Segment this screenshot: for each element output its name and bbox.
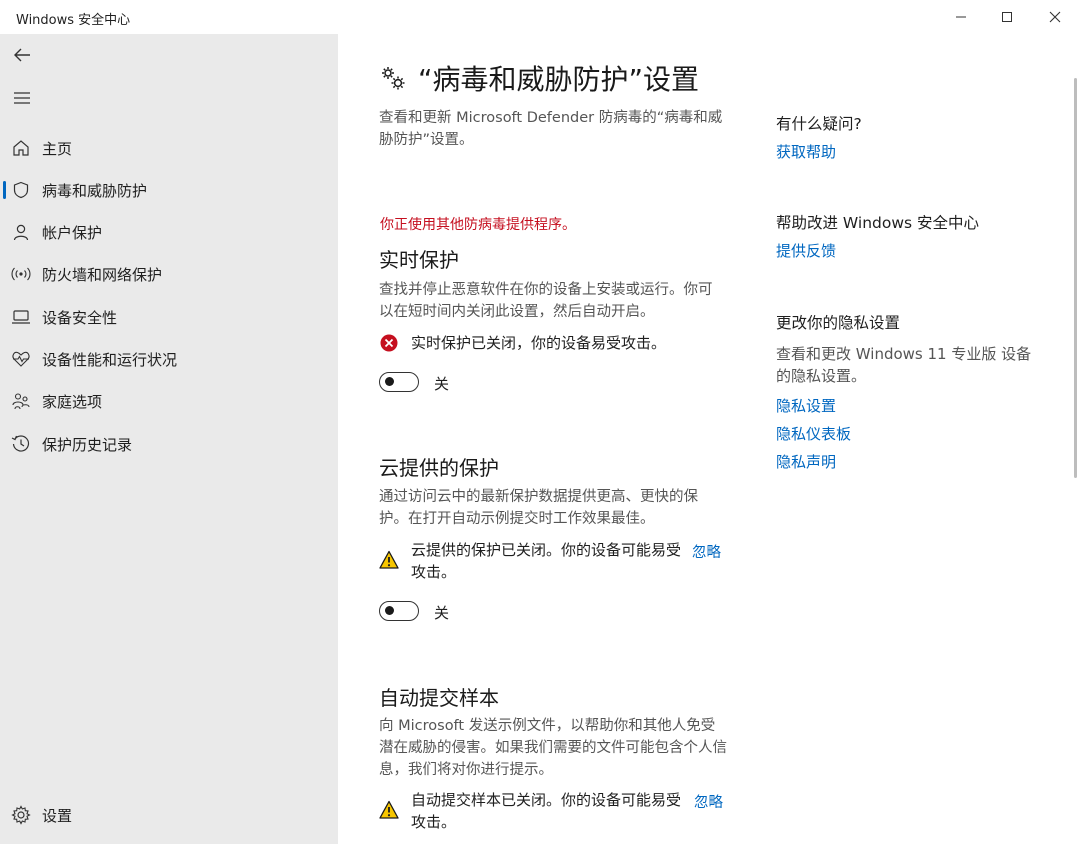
sidebar-item-label: 主页 (42, 139, 73, 158)
sidebar-item-label: 设备安全性 (42, 308, 118, 327)
maximize-button[interactable] (982, 0, 1032, 34)
sidebar-item-label: 保护历史记录 (42, 435, 133, 454)
toggle-knob (385, 606, 394, 615)
wifi-antenna-icon (11, 264, 31, 284)
sidebar-item-protection-history[interactable]: 保护历史记录 (0, 427, 338, 461)
cloud-toggle[interactable] (379, 601, 419, 621)
sidebar-item-label: 设置 (42, 806, 73, 825)
sidebar: 主页 病毒和威胁防护 帐户保护 防火墙和网络保护 设备安全性 设备性能和运行状况… (0, 34, 338, 844)
close-icon (1049, 11, 1061, 23)
help-heading: 有什么疑问? (776, 115, 862, 133)
realtime-status-text: 实时保护已关闭，你的设备易受攻击。 (411, 334, 667, 352)
title-bar: Windows 安全中心 (0, 0, 1080, 34)
close-button[interactable] (1030, 0, 1080, 34)
sidebar-item-firewall[interactable]: 防火墙和网络保护 (0, 257, 338, 291)
back-button[interactable] (8, 42, 36, 68)
sample-status: 自动提交样本已关闭。你的设备可能易受攻击。 (379, 789, 681, 833)
main-content: “病毒和威胁防护”设置 查看和更新 Microsoft Defender 防病毒… (338, 34, 1080, 844)
realtime-status: 实时保护已关闭，你的设备易受攻击。 (379, 332, 711, 354)
sidebar-item-label: 病毒和威胁防护 (42, 181, 148, 200)
sidebar-item-label: 家庭选项 (42, 392, 103, 411)
privacy-settings-link[interactable]: 隐私设置 (776, 395, 836, 416)
realtime-toggle[interactable] (379, 372, 419, 392)
sample-description: 向 Microsoft 发送示例文件，以帮助你和其他人免受潜在威胁的侵害。如果我… (379, 718, 727, 778)
scrollbar[interactable] (1074, 78, 1077, 478)
sidebar-item-account-protection[interactable]: 帐户保护 (0, 215, 338, 249)
warning-icon (379, 550, 399, 569)
cloud-description: 通过访问云中的最新保护数据提供更高、更快的保护。在打开自动示例提交时工作效果最佳… (379, 489, 698, 527)
menu-button[interactable] (8, 85, 36, 111)
realtime-description: 查找并停止恶意软件在你的设备上安装或运行。你可以在短时间内关闭此设置，然后自动开… (379, 282, 713, 320)
maximize-icon (1002, 12, 1012, 22)
home-icon (11, 138, 31, 158)
settings-gears-icon (382, 67, 405, 90)
page-description: 查看和更新 Microsoft Defender 防病毒的“病毒和威胁防护”设置… (379, 110, 723, 148)
realtime-title: 实时保护 (379, 248, 459, 272)
page-title: “病毒和威胁防护”设置 (418, 63, 700, 96)
cloud-status: 云提供的保护已关闭。你的设备可能易受攻击。 (379, 539, 681, 583)
history-icon (11, 434, 31, 454)
window-title: Windows 安全中心 (16, 13, 131, 28)
sample-status-text: 自动提交样本已关闭。你的设备可能易受攻击。 (411, 791, 682, 831)
sample-ignore-link[interactable]: 忽略 (694, 791, 723, 812)
privacy-heading: 更改你的隐私设置 (776, 314, 901, 332)
sample-title: 自动提交样本 (379, 686, 499, 710)
sidebar-item-home[interactable]: 主页 (0, 131, 338, 165)
privacy-dashboard-link[interactable]: 隐私仪表板 (776, 423, 851, 444)
privacy-statement-link[interactable]: 隐私声明 (776, 451, 836, 472)
active-indicator (3, 181, 6, 199)
improve-heading: 帮助改进 Windows 安全中心 (776, 214, 980, 232)
sidebar-item-family[interactable]: 家庭选项 (0, 384, 338, 418)
heartbeat-icon (11, 349, 31, 369)
cloud-status-text: 云提供的保护已关闭。你的设备可能易受攻击。 (411, 541, 682, 581)
sidebar-item-device-security[interactable]: 设备安全性 (0, 300, 338, 334)
sidebar-item-virus-protection[interactable]: 病毒和威胁防护 (0, 173, 338, 207)
cloud-ignore-link[interactable]: 忽略 (692, 541, 721, 562)
privacy-description: 查看和更改 Windows 11 专业版 设备的隐私设置。 (776, 345, 1032, 385)
sidebar-item-settings[interactable]: 设置 (0, 798, 338, 832)
realtime-toggle-label: 关 (434, 375, 450, 393)
laptop-icon (11, 307, 31, 327)
gear-icon (11, 805, 31, 825)
sidebar-item-label: 帐户保护 (42, 223, 103, 242)
family-icon (11, 391, 31, 411)
hamburger-icon (14, 92, 30, 104)
page-header: “病毒和威胁防护”设置 (378, 58, 699, 98)
minimize-icon (956, 16, 966, 18)
error-icon (380, 334, 398, 352)
cloud-title: 云提供的保护 (379, 456, 499, 480)
alternate-av-warning: 你正使用其他防病毒提供程序。 (380, 217, 576, 233)
shield-icon (11, 180, 31, 200)
sidebar-item-device-performance[interactable]: 设备性能和运行状况 (0, 342, 338, 376)
toggle-knob (385, 377, 394, 386)
warning-icon (379, 800, 399, 819)
sidebar-item-label: 设备性能和运行状况 (42, 350, 178, 369)
feedback-link[interactable]: 提供反馈 (776, 240, 836, 261)
back-arrow-icon (14, 48, 30, 62)
minimize-button[interactable] (936, 0, 986, 34)
get-help-link[interactable]: 获取帮助 (776, 141, 836, 162)
cloud-toggle-label: 关 (434, 604, 450, 622)
person-icon (11, 222, 31, 242)
sidebar-item-label: 防火墙和网络保护 (42, 265, 163, 284)
app-window: Windows 安全中心 主页 病毒和威胁防护 帐户保护 防火墙和网络保护 设备… (0, 0, 1080, 844)
